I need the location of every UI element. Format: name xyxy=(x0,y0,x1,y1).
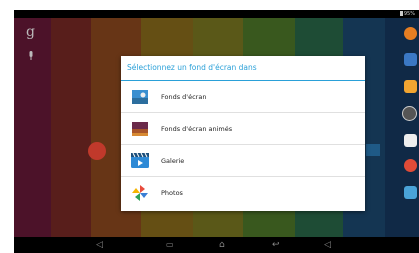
gallery-icon xyxy=(130,151,150,171)
battery-level: 95% xyxy=(403,11,415,17)
books-widget-icon[interactable] xyxy=(366,144,380,156)
chrome-icon[interactable] xyxy=(404,159,417,172)
option-live-wallpapers[interactable]: Fonds d'écran animés xyxy=(121,113,365,145)
play-store-icon[interactable] xyxy=(404,186,417,199)
home-button[interactable]: ⌂ xyxy=(219,240,225,250)
option-label: Fonds d'écran animés xyxy=(161,124,233,133)
wallpaper-chooser-dialog: Sélectionnez un fond d'écran dans Fonds … xyxy=(121,56,365,211)
option-label: Fonds d'écran xyxy=(161,92,207,101)
volume-down-button[interactable]: ◁ xyxy=(96,240,103,250)
device-screen: 95% g ◁ ▭ ⌂ ↩ ◁ Sélectionnez un fond d'é… xyxy=(14,10,419,253)
google-search-icon[interactable]: g xyxy=(26,24,35,40)
wallpaper-icon xyxy=(130,87,150,107)
battery-indicator: 95% xyxy=(399,10,415,18)
gmail-icon[interactable] xyxy=(404,134,417,147)
back-button[interactable]: ↩ xyxy=(272,240,280,250)
option-label: Photos xyxy=(161,189,183,197)
dialog-title: Sélectionnez un fond d'écran dans xyxy=(121,56,365,81)
option-gallery[interactable]: Galerie xyxy=(121,145,365,177)
navigation-bar: ◁ ▭ ⌂ ↩ ◁ xyxy=(14,237,419,253)
battery-icon xyxy=(399,11,403,16)
option-wallpapers[interactable]: Fonds d'écran xyxy=(121,81,365,113)
status-bar: 95% xyxy=(14,10,419,18)
chrome-widget-icon[interactable] xyxy=(88,142,106,160)
play-movies-icon[interactable] xyxy=(404,53,417,66)
live-wallpaper-icon xyxy=(130,119,150,139)
recents-button[interactable]: ▭ xyxy=(166,240,174,250)
photos-icon xyxy=(130,183,150,203)
volume-up-button[interactable]: ◁ xyxy=(324,240,331,250)
option-label: Galerie xyxy=(161,156,185,165)
option-photos[interactable]: Photos xyxy=(121,177,365,209)
voice-search-icon[interactable] xyxy=(28,51,34,61)
headphones-icon[interactable] xyxy=(404,27,417,40)
keep-icon[interactable] xyxy=(404,80,417,93)
app-drawer-icon[interactable] xyxy=(402,106,417,121)
